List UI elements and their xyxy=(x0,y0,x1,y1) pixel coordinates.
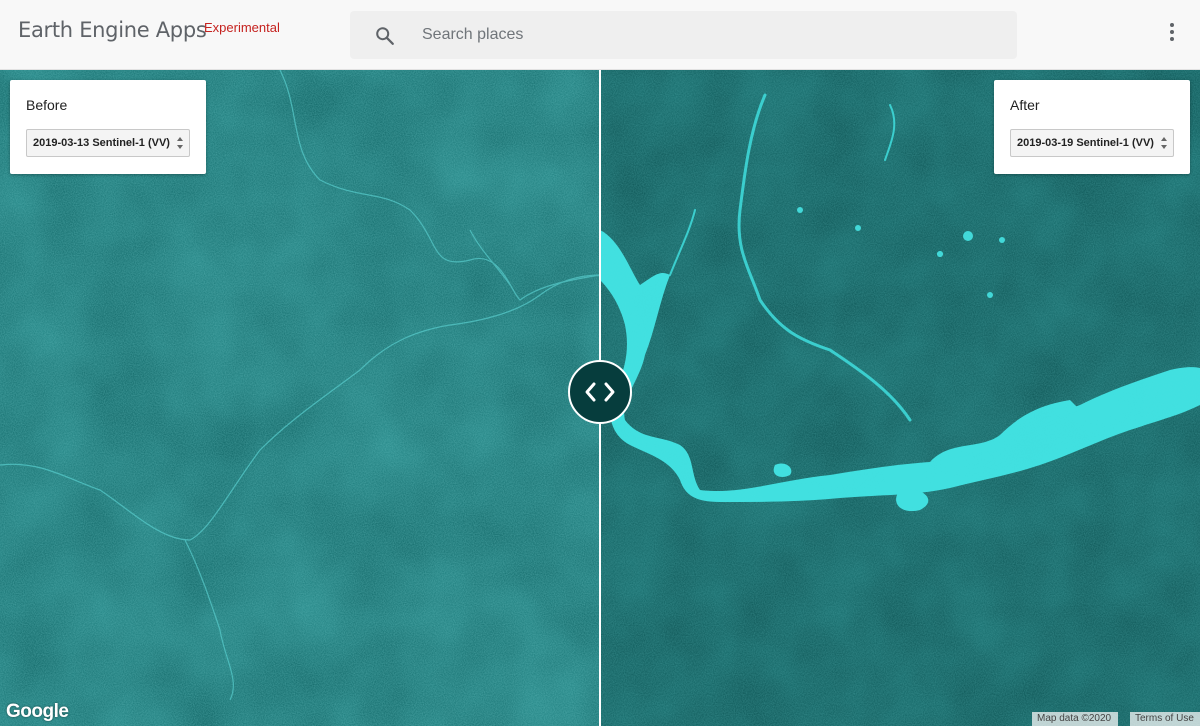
search-icon[interactable] xyxy=(374,25,396,47)
app-title: Earth Engine Apps xyxy=(18,18,207,42)
app-header: Earth Engine Apps Experimental xyxy=(0,0,1200,70)
select-arrows-icon xyxy=(1161,137,1167,149)
map-data-attribution: Map data ©2020 xyxy=(1032,712,1118,726)
after-date-select[interactable]: 2019-03-19 Sentinel-1 (VV) xyxy=(1010,129,1174,157)
before-date-select[interactable]: 2019-03-13 Sentinel-1 (VV) xyxy=(26,129,190,157)
swap-horizontal-icon[interactable] xyxy=(568,360,632,424)
before-select-value: 2019-03-13 Sentinel-1 (VV) xyxy=(33,137,170,149)
split-map[interactable]: Before 2019-03-13 Sentinel-1 (VV) After … xyxy=(0,70,1200,726)
select-arrows-icon xyxy=(177,137,183,149)
after-panel: After 2019-03-19 Sentinel-1 (VV) xyxy=(994,80,1190,174)
after-title: After xyxy=(1010,97,1040,113)
before-title: Before xyxy=(26,97,68,113)
google-logo: Google xyxy=(6,701,69,722)
search-input[interactable] xyxy=(422,19,982,51)
more-vertical-icon[interactable] xyxy=(1160,20,1184,50)
experimental-badge: Experimental xyxy=(204,20,280,35)
search-bar xyxy=(350,11,1017,59)
before-panel: Before 2019-03-13 Sentinel-1 (VV) xyxy=(10,80,206,174)
after-select-value: 2019-03-19 Sentinel-1 (VV) xyxy=(1017,137,1154,149)
terms-of-use-link[interactable]: Terms of Use xyxy=(1130,712,1200,726)
